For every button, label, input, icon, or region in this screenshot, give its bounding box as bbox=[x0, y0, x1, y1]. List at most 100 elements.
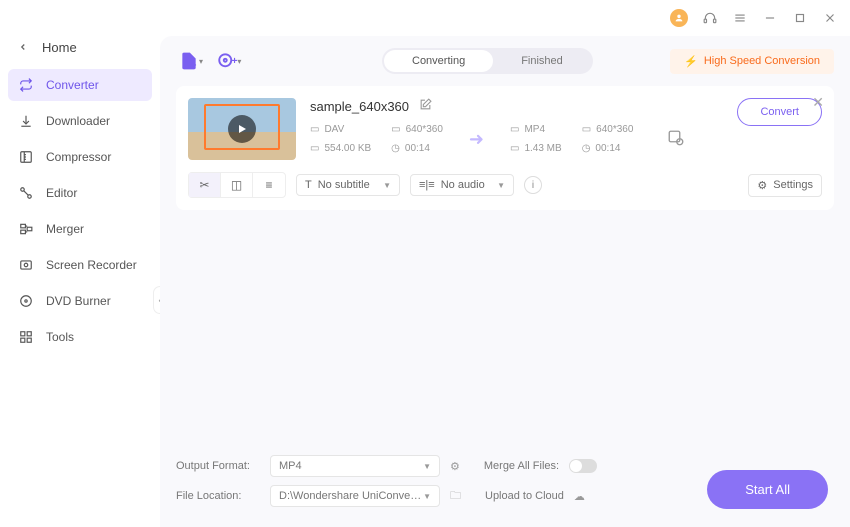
sidebar-label: Merger bbox=[46, 222, 84, 236]
sidebar-item-editor[interactable]: Editor bbox=[8, 177, 152, 209]
menu-icon[interactable] bbox=[732, 10, 748, 26]
audio-icon: ≡|≡ bbox=[419, 179, 435, 191]
chevron-down-icon: ▼ bbox=[383, 181, 391, 190]
video-thumbnail[interactable] bbox=[188, 98, 296, 160]
compress-icon bbox=[18, 149, 34, 165]
src-dur: 00:14 bbox=[405, 143, 430, 154]
file-name: sample_640x360 bbox=[310, 99, 409, 114]
dst-format: MP4 bbox=[524, 124, 545, 135]
info-icon[interactable]: i bbox=[524, 176, 542, 194]
sidebar-label: DVD Burner bbox=[46, 294, 111, 308]
play-icon bbox=[228, 115, 256, 143]
effects-tab[interactable]: ≡ bbox=[253, 173, 285, 197]
sidebar-item-converter[interactable]: Converter bbox=[8, 69, 152, 101]
subtitle-select[interactable]: T No subtitle ▼ bbox=[296, 174, 400, 196]
sidebar-item-compressor[interactable]: Compressor bbox=[8, 141, 152, 173]
audio-value: No audio bbox=[441, 179, 485, 191]
add-dvd-button[interactable]: +▾ bbox=[214, 49, 244, 73]
maximize-icon[interactable] bbox=[792, 10, 808, 26]
res-icon: ▭ bbox=[582, 124, 591, 135]
arrow-icon: ➜ bbox=[463, 129, 490, 150]
output-settings-icon[interactable] bbox=[667, 129, 685, 150]
high-speed-badge[interactable]: ⚡ High Speed Conversion bbox=[670, 49, 834, 74]
res-icon: ▭ bbox=[391, 124, 400, 135]
dst-size: 1.43 MB bbox=[524, 143, 561, 154]
video-icon: ▭ bbox=[310, 124, 319, 135]
hsc-label: High Speed Conversion bbox=[704, 55, 820, 67]
clock-icon: ◷ bbox=[582, 143, 591, 154]
svg-text:+: + bbox=[191, 61, 197, 72]
home-nav[interactable]: Home bbox=[8, 40, 152, 69]
edit-name-icon[interactable] bbox=[419, 98, 432, 114]
home-label: Home bbox=[42, 40, 77, 55]
sidebar-label: Compressor bbox=[46, 150, 111, 164]
download-icon bbox=[18, 113, 34, 129]
output-format-select[interactable]: MP4 ▼ bbox=[270, 455, 440, 477]
recorder-icon bbox=[18, 257, 34, 273]
user-avatar[interactable] bbox=[670, 9, 688, 27]
remove-file-button[interactable]: ✕ bbox=[812, 94, 824, 111]
audio-select[interactable]: ≡|≡ No audio ▼ bbox=[410, 174, 514, 196]
src-format: DAV bbox=[324, 124, 344, 135]
start-all-button[interactable]: Start All bbox=[707, 470, 828, 509]
file-location-select[interactable]: D:\Wondershare UniConverter 1 ▼ bbox=[270, 485, 440, 507]
sidebar-item-tools[interactable]: Tools bbox=[8, 321, 152, 353]
cloud-icon[interactable]: ☁ bbox=[574, 490, 585, 503]
output-format-label: Output Format: bbox=[176, 460, 260, 472]
subtitle-value: No subtitle bbox=[318, 179, 370, 191]
trim-tab[interactable]: ✂ bbox=[189, 173, 221, 197]
file-location-value: D:\Wondershare UniConverter 1 bbox=[279, 490, 423, 502]
upload-cloud-label: Upload to Cloud bbox=[485, 490, 564, 502]
convert-button[interactable]: Convert bbox=[737, 98, 822, 126]
settings-button[interactable]: ⚙ Settings bbox=[748, 174, 822, 197]
file-location-label: File Location: bbox=[176, 490, 260, 502]
src-res: 640*360 bbox=[406, 124, 443, 135]
merge-label: Merge All Files: bbox=[484, 460, 559, 472]
close-icon[interactable] bbox=[822, 10, 838, 26]
settings-label: Settings bbox=[773, 179, 813, 191]
bolt-icon: ⚡ bbox=[684, 55, 698, 68]
sidebar-label: Editor bbox=[46, 186, 77, 200]
src-size: 554.00 KB bbox=[324, 143, 371, 154]
tab-finished[interactable]: Finished bbox=[493, 50, 591, 72]
headset-icon[interactable] bbox=[702, 10, 718, 26]
dvd-icon bbox=[18, 293, 34, 309]
edit-tabs: ✂ ◫ ≡ bbox=[188, 172, 286, 198]
gear-icon: ⚙ bbox=[757, 179, 767, 192]
back-icon bbox=[18, 40, 28, 55]
chevron-down-icon: ▼ bbox=[423, 492, 431, 501]
output-format-value: MP4 bbox=[279, 460, 302, 472]
chevron-down-icon: ▼ bbox=[497, 181, 505, 190]
title-bar bbox=[0, 0, 850, 36]
video-icon: ▭ bbox=[510, 124, 519, 135]
tab-converting[interactable]: Converting bbox=[384, 50, 493, 72]
sidebar-item-dvd-burner[interactable]: DVD Burner bbox=[8, 285, 152, 317]
folder-icon[interactable]: 🗀 bbox=[450, 487, 461, 506]
sidebar-label: Screen Recorder bbox=[46, 258, 137, 272]
toolbar: +▾ +▾ Converting Finished ⚡ High Speed C… bbox=[176, 48, 834, 74]
clock-icon: ◷ bbox=[391, 143, 400, 154]
content-area: +▾ +▾ Converting Finished ⚡ High Speed C… bbox=[160, 36, 850, 527]
file-icon: ▭ bbox=[510, 143, 519, 154]
sidebar-item-screen-recorder[interactable]: Screen Recorder bbox=[8, 249, 152, 281]
file-card: ✕ sample_640x360 ▭ DAV ▭ 554.00 KB bbox=[176, 86, 834, 210]
subtitle-icon: T bbox=[305, 179, 312, 191]
dst-res: 640*360 bbox=[596, 124, 633, 135]
tools-icon bbox=[18, 329, 34, 345]
chevron-down-icon: ▼ bbox=[423, 462, 431, 471]
crop-tab[interactable]: ◫ bbox=[221, 173, 253, 197]
minimize-icon[interactable] bbox=[762, 10, 778, 26]
dst-dur: 00:14 bbox=[595, 143, 620, 154]
sidebar-item-merger[interactable]: Merger bbox=[8, 213, 152, 245]
merge-toggle[interactable] bbox=[569, 459, 597, 473]
file-icon: ▭ bbox=[310, 143, 319, 154]
add-file-button[interactable]: +▾ bbox=[176, 49, 206, 73]
sidebar: Home Converter Downloader Compressor Edi… bbox=[0, 36, 160, 527]
sidebar-label: Converter bbox=[46, 78, 99, 92]
format-settings-icon[interactable]: ⚙ bbox=[450, 460, 460, 473]
sidebar-label: Tools bbox=[46, 330, 74, 344]
sidebar-label: Downloader bbox=[46, 114, 110, 128]
converter-icon bbox=[18, 77, 34, 93]
merger-icon bbox=[18, 221, 34, 237]
sidebar-item-downloader[interactable]: Downloader bbox=[8, 105, 152, 137]
